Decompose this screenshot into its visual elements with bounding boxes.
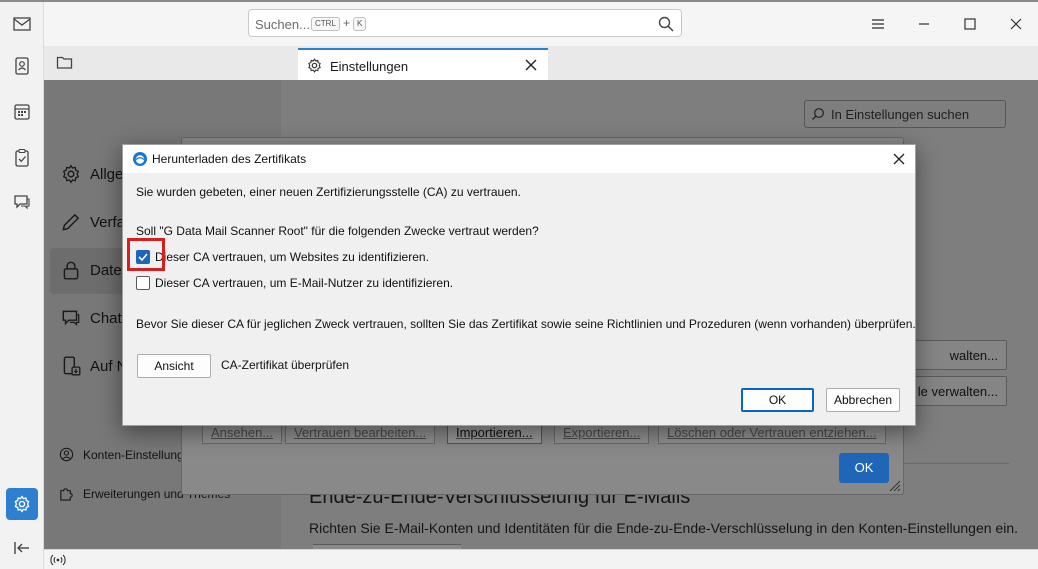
pencil-icon xyxy=(62,213,80,231)
address-book-icon xyxy=(15,57,29,75)
shortcut-ctrl-key: CTRL xyxy=(311,17,340,31)
calendar-icon xyxy=(14,104,30,120)
gear-icon xyxy=(308,58,321,73)
e2e-section-text: Richten Sie E-Mail-Konten und Identitäte… xyxy=(309,520,1018,536)
dialog-title: Herunterladen des Zertifikats xyxy=(152,152,307,166)
resize-grip-icon[interactable] xyxy=(887,478,901,492)
folder-tab-button[interactable] xyxy=(56,55,73,73)
nav-item-compose[interactable]: Verfa xyxy=(60,211,125,233)
cert-manager-ok-button[interactable]: OK xyxy=(839,453,889,483)
tab-bar: Einstellungen xyxy=(44,46,1038,80)
maximize-button[interactable] xyxy=(958,12,982,36)
trust-email-checkbox[interactable] xyxy=(136,276,150,290)
app-menu-button[interactable] xyxy=(866,12,890,36)
view-certificate-description: CA-Zertifikat überprüfen xyxy=(221,358,350,372)
settings-search-input[interactable]: In Einstellungen suchen xyxy=(804,100,1006,128)
hamburger-menu-icon xyxy=(872,19,884,29)
dialog-intro-text: Sie wurden gebeten, einer neuen Zertifiz… xyxy=(136,185,521,199)
folder-icon xyxy=(56,56,73,69)
nav-item-chat[interactable]: Chat xyxy=(60,307,122,329)
nav-item-general[interactable]: Allge xyxy=(60,163,123,185)
tab-label: Einstellungen xyxy=(330,59,409,74)
maximize-icon xyxy=(964,18,976,30)
thunderbird-logo-icon xyxy=(133,152,147,166)
search-placeholder: Suchen... xyxy=(255,17,310,32)
nav-item-label: Date xyxy=(90,261,122,279)
address-book-space-button[interactable] xyxy=(6,50,38,82)
nav-item-label: Verfa xyxy=(90,213,126,231)
calendar-space-button[interactable] xyxy=(6,96,38,128)
lock-icon xyxy=(63,261,79,280)
status-bar xyxy=(44,549,1038,569)
nav-item-privacy-security[interactable]: Date xyxy=(60,259,122,281)
settings-search-placeholder: In Einstellungen suchen xyxy=(831,107,970,122)
view-certificate-button[interactable]: Ansicht xyxy=(137,354,211,378)
account-settings-icon xyxy=(59,447,74,462)
global-search-input[interactable]: Suchen... CTRL + K xyxy=(248,9,682,37)
close-icon xyxy=(1010,18,1022,30)
mail-icon xyxy=(13,17,31,31)
nav-account-settings-label: Konten-Einstellungen xyxy=(83,447,198,462)
spaces-toolbar xyxy=(0,2,44,569)
gear-icon xyxy=(14,495,30,513)
nav-item-updates[interactable]: Auf N xyxy=(60,355,128,377)
online-status-icon[interactable] xyxy=(50,553,66,567)
search-icon xyxy=(812,108,824,120)
search-icon xyxy=(658,16,674,32)
chat-icon xyxy=(62,310,80,327)
chat-icon xyxy=(14,195,30,210)
collapse-left-icon xyxy=(14,542,29,554)
gear-icon xyxy=(62,164,80,184)
settings-space-button[interactable] xyxy=(6,488,38,520)
tab-settings[interactable]: Einstellungen xyxy=(298,48,548,80)
collapse-spaces-button[interactable] xyxy=(6,532,38,564)
nav-item-label: Chat xyxy=(90,309,122,327)
puzzle-piece-icon xyxy=(60,488,73,501)
shortcut-k-key: K xyxy=(353,17,367,31)
trust-email-label[interactable]: Dieser CA vertrauen, um E-Mail-Nutzer zu… xyxy=(155,276,453,290)
mail-space-button[interactable] xyxy=(6,8,38,40)
title-bar: Suchen... CTRL + K xyxy=(44,2,1038,46)
close-tab-icon[interactable] xyxy=(522,56,540,74)
nav-item-label: Allge xyxy=(90,165,124,183)
close-window-button[interactable] xyxy=(1004,12,1028,36)
device-update-icon xyxy=(63,356,81,376)
highlight-annotation-box xyxy=(127,238,165,271)
tasks-icon xyxy=(15,148,29,167)
trust-websites-label[interactable]: Dieser CA vertrauen, um Websites zu iden… xyxy=(155,250,429,264)
minimize-icon xyxy=(919,23,929,25)
chat-space-button[interactable] xyxy=(6,186,38,218)
nav-account-settings[interactable]: Konten-Einstellungen xyxy=(58,446,197,463)
dialog-question-text: Soll "G Data Mail Scanner Root" für die … xyxy=(136,224,539,238)
tasks-space-button[interactable] xyxy=(6,142,38,174)
shortcut-plus: + xyxy=(343,16,351,30)
download-certificate-dialog: Herunterladen des Zertifikats Sie wurden… xyxy=(122,144,916,426)
minimize-button[interactable] xyxy=(912,12,936,36)
ok-button[interactable]: OK xyxy=(741,388,814,412)
cancel-button[interactable]: Abbrechen xyxy=(826,388,900,412)
dialog-titlebar: Herunterladen des Zertifikats xyxy=(123,145,915,173)
close-icon[interactable] xyxy=(891,151,907,167)
dialog-advice-text: Bevor Sie dieser CA für jeglichen Zweck … xyxy=(136,317,916,331)
